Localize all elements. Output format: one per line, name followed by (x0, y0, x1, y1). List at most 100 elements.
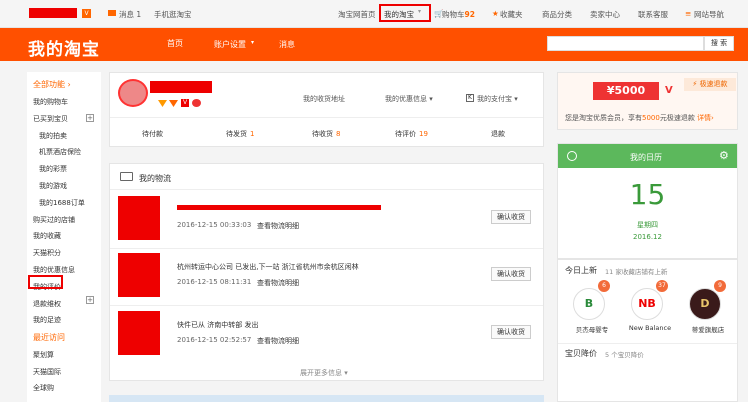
username-redacted (150, 81, 212, 93)
sidebar-item[interactable]: 我的收藏 (33, 231, 61, 241)
gear-icon[interactable]: ⚙ (719, 149, 729, 162)
sidebar-item[interactable]: 我的1688订单 (39, 198, 85, 208)
order-label: 待评价 (395, 130, 416, 138)
brand-logo[interactable]: NB (631, 288, 663, 320)
logo[interactable]: 我的淘宝 (28, 35, 100, 60)
username-redacted[interactable] (29, 8, 77, 18)
nav-messages[interactable]: 消息 (279, 39, 295, 50)
brand-logo[interactable]: D (689, 288, 721, 320)
brand-logo[interactable]: B (573, 288, 605, 320)
sidebar-recent-item[interactable]: 全球购 (33, 383, 54, 393)
sidebar-item[interactable]: 我的足迹 (33, 315, 61, 325)
order-label: 待收货 (312, 130, 333, 138)
confirm-receipt-button[interactable]: 确认收货 (491, 210, 531, 224)
sidebar-item[interactable]: 购买过的店铺 (33, 215, 75, 225)
expand-icon[interactable]: + (86, 296, 94, 304)
promo-amount: ¥5000 (593, 82, 659, 100)
menu-icon: ≡ (685, 9, 692, 18)
address-link[interactable]: 我的收货地址 (303, 94, 345, 104)
fast-refund-tag: ⚡ 极速退款 (684, 78, 736, 91)
today-new-subtitle: 11 家收藏店铺有上新 (605, 268, 668, 276)
nav-account-settings[interactable]: 账户设置 (214, 39, 246, 50)
order-status-2[interactable]: 待收货 8 (312, 129, 340, 139)
avatar[interactable] (118, 79, 148, 107)
divider (558, 343, 737, 344)
seller-center-link[interactable]: 卖家中心 (590, 9, 620, 20)
sidebar-item[interactable]: 天猫积分 (33, 248, 61, 258)
logistics-status: 杭州转运中心公司 已发出,下一站 浙江省杭州市余杭区闲林 (177, 263, 359, 271)
sidebar-item[interactable]: 我的购物车 (33, 97, 68, 107)
sidebar-item[interactable]: 已买到宝贝 (33, 114, 68, 124)
divider (110, 248, 543, 249)
vip-icon: V (82, 9, 91, 18)
logistics-time: 2016-12-15 08:11:31 (177, 278, 252, 286)
order-count: 19 (419, 130, 428, 138)
star-icon: ★ (492, 9, 499, 18)
sidebar-recent-item[interactable]: 聚划算 (33, 350, 54, 360)
home-link[interactable]: 淘宝网首页 (338, 9, 376, 20)
brand-name[interactable]: 贝杰母婴专 (564, 324, 620, 334)
customer-service-link[interactable]: 联系客服 (638, 9, 668, 20)
logistics-title: 我的物流 (139, 174, 171, 183)
view-logistics-link[interactable]: 查看物流明细 (257, 278, 299, 288)
package-thumbnail[interactable] (118, 253, 160, 297)
brand-name[interactable]: 蒂爱旗舰店 (680, 324, 736, 334)
favorites-link[interactable]: 收藏夹 (500, 9, 523, 20)
sidebar-item[interactable]: 我的游戏 (39, 181, 67, 191)
order-label: 待付款 (142, 130, 163, 138)
chevron-down-icon: ▾ (251, 39, 255, 46)
order-status-0[interactable]: 待付款 (142, 129, 166, 139)
view-logistics-link[interactable]: 查看物流明细 (257, 221, 299, 231)
price-drop-title: 宝贝降价 (565, 349, 597, 358)
view-logistics-link[interactable]: 查看物流明细 (257, 336, 299, 346)
heart-icon (169, 100, 178, 107)
category-link[interactable]: 商品分类 (542, 9, 572, 20)
sidebar-item[interactable]: 我的彩票 (39, 164, 67, 174)
search-input[interactable] (547, 36, 704, 51)
today-new-panel: 今日上新 11 家收藏店铺有上新 B 6 贝杰母婴专 NB 37 New Balance D… (557, 259, 738, 402)
logistics-panel: 我的物流 2016-12-15 00:33:03 查看物流明细 确认收货 杭州转运中心… (109, 163, 544, 381)
nav-home[interactable]: 首页 (167, 38, 183, 49)
mobile-link[interactable]: 手机逛淘宝 (154, 9, 192, 20)
search-button[interactable]: 搜 索 (704, 36, 734, 51)
clock-icon (567, 151, 577, 161)
cart-link[interactable]: 购物车92 (442, 9, 475, 20)
calendar-day: 15 (629, 178, 666, 211)
package-thumbnail[interactable] (118, 311, 160, 355)
mail-icon (108, 10, 116, 16)
status-redacted (177, 205, 381, 210)
confirm-receipt-button[interactable]: 确认收货 (491, 267, 531, 281)
sidebar-item[interactable]: 我的优惠信息 (33, 265, 75, 275)
top-bar: V 消息 1 手机逛淘宝 淘宝网首页 我的淘宝 ▾ 🛒 购物车92 ★ 收藏夹 … (0, 0, 748, 28)
sidebar-recent-item[interactable]: 天猫国际 (33, 367, 61, 377)
today-new-title: 今日上新 (565, 266, 597, 275)
confirm-receipt-button[interactable]: 确认收货 (491, 325, 531, 339)
package-thumbnail[interactable] (118, 196, 160, 240)
price-drop-subtitle: 5 个宝贝降价 (605, 351, 644, 359)
profile-panel: V 我的收货地址 我的优惠信息 ▾ K 我的支付宝 ▾ 待付款 待发货 1 待收货 8 待… (109, 72, 544, 147)
alipay-link[interactable]: 我的支付宝 ▾ (477, 94, 518, 104)
brand-name[interactable]: New Balance (622, 324, 678, 332)
site-nav-link[interactable]: 网站导航 (694, 9, 724, 20)
sidebar-all-functions[interactable]: 全部功能 › (33, 79, 71, 90)
weibo-icon (192, 99, 201, 107)
order-status-1[interactable]: 待发货 1 (226, 129, 254, 139)
alipay-icon: K (466, 94, 474, 102)
promo-text: 您是淘宝优质会员，享有5000元极速退款 详情› (565, 114, 714, 122)
next-panel-edge (109, 395, 544, 402)
refund-promo[interactable]: ¥5000 V ⚡ 极速退款 您是淘宝优质会员，享有5000元极速退款 详情› (557, 72, 738, 130)
order-status-3[interactable]: 待评价 19 (395, 129, 428, 139)
coupons-link[interactable]: 我的优惠信息 ▾ (385, 94, 433, 104)
message-link[interactable]: 消息 1 (119, 9, 141, 20)
highlight-box (379, 4, 431, 22)
new-count-badge: 37 (656, 280, 668, 292)
truck-icon (120, 172, 133, 181)
expand-icon[interactable]: + (86, 114, 94, 122)
order-count: 1 (250, 130, 255, 138)
order-count: 8 (336, 130, 341, 138)
sidebar-item[interactable]: 我的拍卖 (39, 131, 67, 141)
expand-more-link[interactable]: 展开更多信息 ▾ (300, 368, 348, 378)
sidebar-item[interactable]: 退款维权 (33, 299, 61, 309)
sidebar-item[interactable]: 机票酒店保险 (39, 147, 81, 157)
order-status-4[interactable]: 退款 (491, 129, 508, 139)
